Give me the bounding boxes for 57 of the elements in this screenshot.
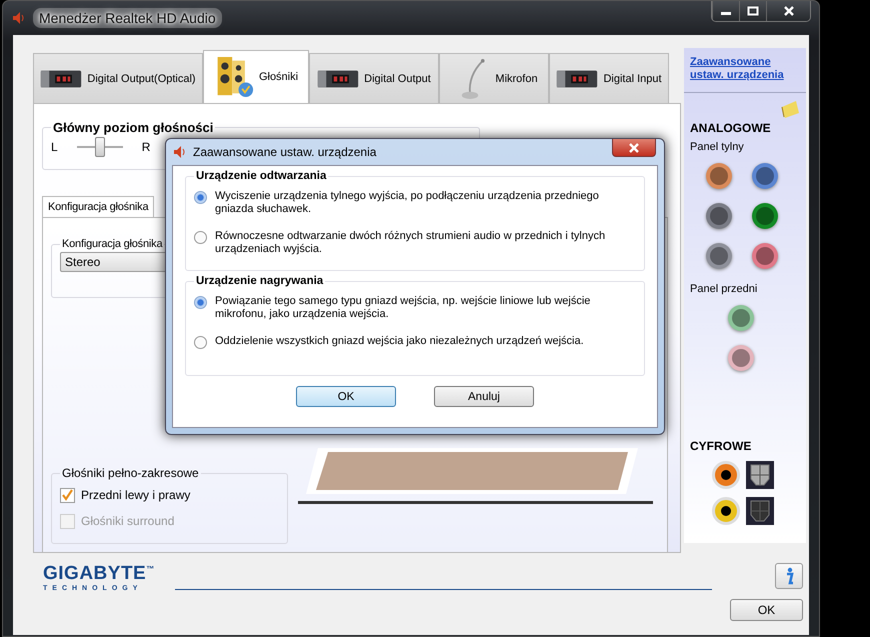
ok-button[interactable]: OK (730, 599, 803, 621)
audio-jack-icon[interactable] (752, 163, 778, 189)
audio-device-icon (317, 68, 360, 90)
dialog-title: Zaawansowane ustaw. urządzenia (193, 145, 376, 159)
section-title: ANALOGOWE (690, 121, 772, 135)
cancel-button[interactable]: Anuluj (434, 386, 534, 407)
audio-jack-icon[interactable] (706, 203, 732, 229)
device-tab[interactable]: Digital Output(Optical) (33, 53, 203, 103)
checkbox-label: Przedni lewy i prawy (81, 488, 190, 502)
optical-port-icon[interactable] (746, 461, 774, 489)
close-icon (628, 142, 640, 152)
group-title: Konfiguracja głośnika (61, 238, 164, 250)
rca-jack-icon[interactable] (712, 497, 740, 525)
audio-jack-icon[interactable] (728, 305, 754, 331)
radio-label: Wyciszenie urządzenia tylnego wyjścia, po podłączeniu urządzenia przedniego gniazda słuchawek. (215, 190, 600, 216)
group-title: Urządzenie nagrywania (195, 275, 324, 287)
audio-jack-icon[interactable] (728, 345, 754, 371)
radio-label: Oddzielenie wszystkich gniazd wejścia jako niezależnych urządzeń wejścia. (215, 335, 585, 348)
device-tab[interactable]: Głośniki (203, 50, 309, 103)
close-button[interactable] (766, 1, 810, 21)
radio-button[interactable] (194, 336, 207, 349)
maximize-icon (747, 6, 759, 16)
audio-jack-icon[interactable] (706, 163, 732, 189)
radio-button[interactable] (194, 231, 207, 244)
minimize-button[interactable] (712, 1, 739, 21)
device-tab[interactable]: Mikrofon (439, 53, 549, 103)
audio-device-icon (40, 68, 82, 90)
radio-button[interactable] (194, 296, 207, 309)
group-title: Urządzenie odtwarzania (195, 170, 328, 182)
audio-device-icon (556, 68, 598, 90)
device-tab[interactable]: Digital Output (309, 53, 439, 103)
audio-jack-icon[interactable] (752, 203, 778, 229)
section-title: CYFROWE (690, 439, 752, 453)
panel-label: Panel tylny (690, 141, 745, 153)
close-icon (782, 6, 794, 16)
ok-button[interactable]: OK (296, 386, 396, 407)
group-title: Główny poziom głośności (52, 120, 214, 135)
info-button[interactable] (775, 563, 803, 589)
device-tab[interactable]: Digital Input (549, 53, 669, 103)
close-button[interactable] (612, 139, 656, 157)
radio-label: Powiązanie tego samego typu gniazd wejścia, np. wejście liniowe lub wejście mikrofonu, jako urządzenia wejścia. (215, 295, 592, 321)
left-label: L (51, 140, 58, 154)
group-title: Głośniki pełno-zakresowe (61, 466, 200, 480)
radio-label: Równoczesne odtwarzanie dwóch różnych strumieni audio w przednich i tylnych urządzeniach wyjścia. (215, 230, 606, 256)
advanced-settings-link[interactable]: Zaawansowane ustaw. urządzenia (690, 56, 800, 82)
audio-jack-icon[interactable] (752, 243, 778, 269)
maximize-button[interactable] (739, 1, 766, 21)
radio-button[interactable] (194, 191, 207, 204)
panel-label: Panel przedni (690, 283, 758, 295)
checkbox-label: Głośniki surround (81, 514, 174, 528)
slider-thumb[interactable] (94, 137, 105, 157)
right-label: R (142, 140, 150, 154)
checkbox[interactable] (60, 488, 75, 502)
optical-port-icon[interactable] (746, 497, 774, 525)
rca-jack-icon[interactable] (712, 461, 740, 489)
audio-jack-icon[interactable] (706, 243, 732, 269)
config-tab[interactable]: Konfiguracja głośnika (42, 196, 154, 217)
